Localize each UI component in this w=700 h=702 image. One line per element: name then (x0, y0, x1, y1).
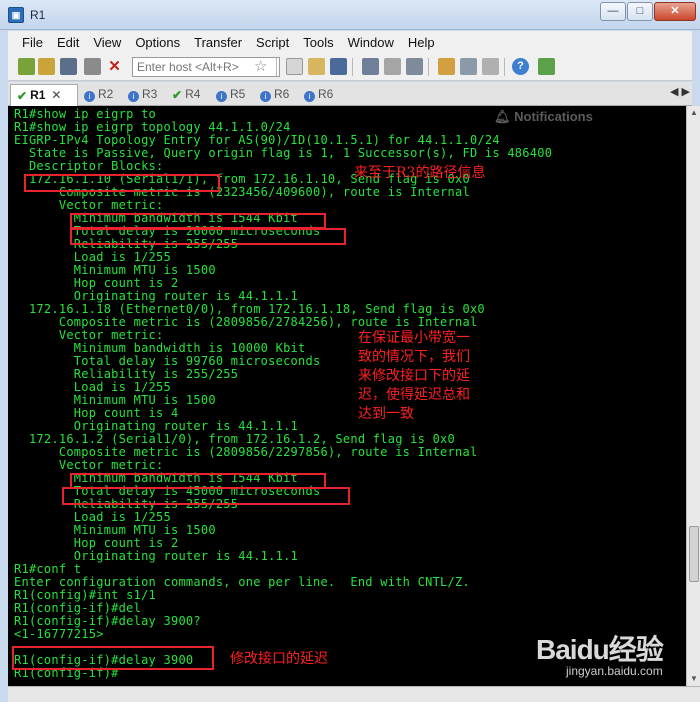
settings-icon[interactable] (460, 58, 477, 75)
scroll-down-icon[interactable]: ▼ (688, 673, 700, 685)
close-tab-icon[interactable]: ✕ (51, 88, 61, 102)
terminal-line: <1-16777215> (14, 627, 104, 641)
info-icon: i (128, 91, 139, 102)
window-title: R1 (30, 8, 46, 22)
highlight-bandwidth-box (70, 213, 326, 229)
sftp-icon[interactable] (538, 58, 555, 75)
tab-r2[interactable]: i R2 (84, 84, 113, 106)
annotation-explain-line5: 达到一致 (358, 406, 414, 422)
menu-edit[interactable]: Edit (57, 35, 79, 50)
scrollbar-thumb[interactable] (689, 526, 699, 582)
highlight-r3-path-box (24, 174, 220, 192)
annotation-explain-line3: 来修改接口下的延 (358, 368, 470, 384)
info-icon: i (84, 91, 95, 102)
tab-label: R1 (30, 88, 46, 102)
close-button[interactable]: ✕ (654, 2, 696, 21)
tab-r6-second[interactable]: i R6 (304, 84, 333, 106)
disconnect-icon[interactable]: ✕ (106, 58, 123, 75)
highlight-delay-command-box (12, 646, 214, 670)
notifications-indicator[interactable]: 🔔︎ Notifications (488, 106, 686, 128)
highlight-delay-box-2 (62, 487, 350, 505)
tab-label: R4 (185, 87, 201, 101)
info-icon: i (260, 91, 271, 102)
menu-help[interactable]: Help (408, 35, 435, 50)
tab-scroll-icon[interactable]: ◀ ▶ (670, 85, 690, 98)
highlight-delay-box (70, 228, 346, 245)
menu-window[interactable]: Window (348, 35, 394, 50)
tab-label: R6 (318, 87, 334, 101)
window-controls: — □ ✕ (600, 2, 696, 21)
menu-file[interactable]: File (22, 35, 43, 50)
copy-icon[interactable] (286, 58, 303, 75)
terminal-scrollbar[interactable]: ▲ ▼ (686, 106, 700, 686)
tab-r6[interactable]: i R6 (260, 84, 289, 106)
tab-bar: ✔ R1 ✕ i R2 i R3 ✔ R4 i R5 i R6 i R6 ◀ ▶ (8, 82, 692, 106)
print-selection-icon[interactable] (406, 58, 423, 75)
toolbar: ✕ ☆ ? (8, 53, 692, 81)
maximize-button[interactable]: □ (627, 2, 653, 21)
menu-options[interactable]: Options (135, 35, 180, 50)
menu-tools[interactable]: Tools (303, 35, 333, 50)
menu-script[interactable]: Script (256, 35, 289, 50)
info-icon: i (216, 91, 227, 102)
annotation-explain-line4: 迟，使得延迟总和 (358, 387, 470, 403)
annotation-modify-delay: 修改接口的延迟 (230, 651, 328, 667)
print-setup-icon[interactable] (362, 58, 379, 75)
session-options-icon[interactable] (438, 58, 455, 75)
minimize-button[interactable]: — (600, 2, 626, 21)
quick-connect-icon[interactable] (38, 58, 55, 75)
terminal-output[interactable]: 🔔︎ Notifications R1#show ip eigrp to R1#s… (8, 106, 686, 686)
connected-icon: ✔ (172, 88, 183, 102)
keymap-icon[interactable] (482, 58, 499, 75)
connect-tab-icon[interactable] (60, 58, 77, 75)
tab-label: R3 (142, 87, 158, 101)
help-icon[interactable]: ? (512, 58, 529, 75)
tab-label: R2 (98, 87, 114, 101)
bell-icon: 🔔︎ (494, 109, 515, 124)
tab-label: R5 (230, 87, 246, 101)
app-icon: ▣ (8, 7, 24, 23)
status-bar (8, 686, 700, 702)
annotation-r3-path: 来至于R3的路径信息 (354, 165, 486, 181)
info-icon: i (304, 91, 315, 102)
annotation-explain-line2: 致的情况下，我们 (358, 349, 470, 365)
annotation-explain-line1: 在保证最小带宽一 (358, 330, 470, 346)
connect-icon[interactable] (18, 58, 35, 75)
tab-r5[interactable]: i R5 (216, 84, 245, 106)
menu-bar: File Edit View Options Transfer Script T… (8, 31, 692, 53)
print-icon[interactable] (384, 58, 401, 75)
menu-view[interactable]: View (93, 35, 121, 50)
title-bar: ▣ R1 — □ ✕ (0, 0, 700, 30)
find-icon[interactable] (330, 58, 347, 75)
reconnect-icon[interactable] (84, 58, 101, 75)
notifications-label: Notifications (514, 109, 593, 124)
connected-icon: ✔ (17, 89, 28, 103)
scroll-up-icon[interactable]: ▲ (688, 107, 700, 119)
tab-label: R6 (274, 87, 290, 101)
star-icon[interactable]: ☆ (254, 59, 271, 76)
tab-r4[interactable]: ✔ R4 (172, 84, 200, 106)
menu-transfer[interactable]: Transfer (194, 35, 242, 50)
paste-icon[interactable] (308, 58, 325, 75)
tab-r1[interactable]: ✔ R1 ✕ (10, 84, 78, 106)
tab-r3[interactable]: i R3 (128, 84, 157, 106)
